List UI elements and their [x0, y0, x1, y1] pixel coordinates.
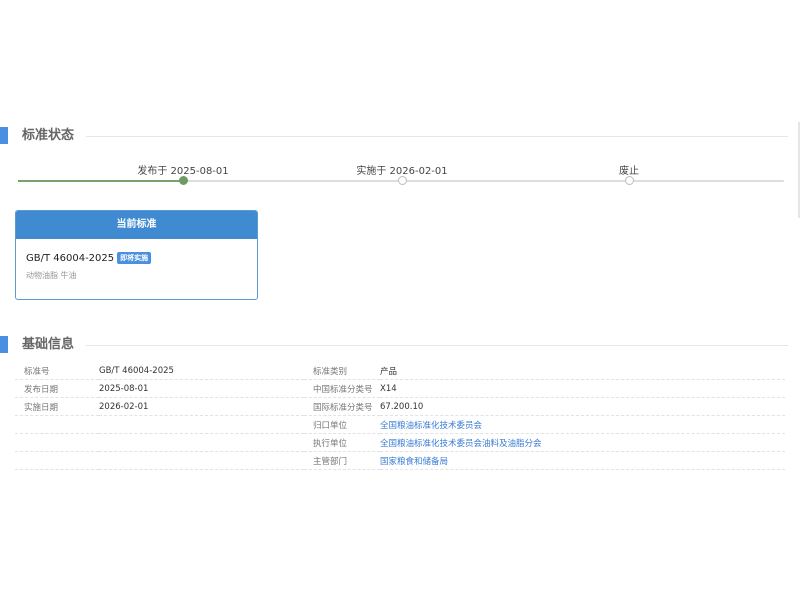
field-value — [99, 415, 304, 434]
table-row: 执行单位 全国粮油标准化技术委员会油料及油脂分会 — [15, 433, 785, 452]
table-row: 实施日期 2026-02-01 国际标准分类号 67.200.10 — [15, 397, 785, 416]
field-value — [99, 433, 304, 452]
status-section-title: 标准状态 — [22, 128, 75, 143]
section-accent-bar — [0, 127, 8, 144]
timeline-step-abolished-label: 废止 — [619, 166, 639, 177]
timeline-step-published-dot — [179, 176, 188, 185]
section-divider — [86, 345, 788, 346]
field-value — [99, 451, 304, 470]
field-value: X14 — [380, 379, 785, 398]
field-label: 发布日期 — [15, 379, 99, 398]
field-label — [15, 451, 99, 470]
table-row: 归口单位 全国粮油标准化技术委员会 — [15, 415, 785, 434]
field-label: 实施日期 — [15, 397, 99, 416]
field-label: 执行单位 — [304, 433, 380, 452]
field-value-link[interactable]: 全国粮油标准化技术委员会油料及油脂分会 — [380, 433, 785, 452]
card-header: 当前标准 — [16, 211, 257, 239]
card-code-line: GB/T 46004-2025 即将实施 — [26, 252, 247, 264]
field-value-link[interactable]: 国家粮食和储备局 — [380, 451, 785, 470]
section-divider — [86, 136, 788, 137]
standard-name: 动物油脂 牛油 — [26, 271, 77, 280]
field-label: 归口单位 — [304, 415, 380, 434]
timeline-step-implement-dot — [398, 176, 407, 185]
field-value: 产品 — [380, 362, 785, 380]
table-row: 主管部门 国家粮食和储备局 — [15, 451, 785, 470]
section-accent-bar — [0, 336, 8, 353]
basic-section-header: 基础信息 — [0, 335, 788, 355]
field-value: 67.200.10 — [380, 397, 785, 416]
field-value: GB/T 46004-2025 — [99, 362, 304, 380]
basic-info-table: 标准号 GB/T 46004-2025 标准类别 产品 发布日期 2025-08… — [15, 362, 785, 470]
field-label — [15, 433, 99, 452]
current-standard-card[interactable]: 当前标准 GB/T 46004-2025 即将实施 动物油脂 牛油 — [15, 210, 258, 300]
timeline-step-implement-label: 实施于 2026-02-01 — [356, 166, 448, 177]
field-value-link[interactable]: 全国粮油标准化技术委员会 — [380, 415, 785, 434]
status-timeline: 发布于 2025-08-01 实施于 2026-02-01 废止 — [18, 160, 784, 200]
field-label: 标准类别 — [304, 362, 380, 380]
field-value: 2026-02-01 — [99, 397, 304, 416]
field-label: 主管部门 — [304, 451, 380, 470]
timeline-progress — [18, 180, 184, 182]
table-row: 发布日期 2025-08-01 中国标准分类号 X14 — [15, 379, 785, 398]
field-label: 中国标准分类号 — [304, 379, 380, 398]
field-label — [15, 415, 99, 434]
field-label: 国际标准分类号 — [304, 397, 380, 416]
card-body: GB/T 46004-2025 即将实施 动物油脂 牛油 — [16, 239, 257, 281]
timeline-step-published-label: 发布于 2025-08-01 — [137, 166, 229, 177]
table-row: 标准号 GB/T 46004-2025 标准类别 产品 — [15, 362, 785, 380]
standard-code: GB/T 46004-2025 — [26, 253, 115, 264]
field-value: 2025-08-01 — [99, 379, 304, 398]
timeline-step-abolished-dot — [625, 176, 634, 185]
status-section-header: 标准状态 — [0, 126, 788, 146]
basic-section-title: 基础信息 — [22, 337, 75, 352]
status-badge: 即将实施 — [117, 252, 152, 264]
field-label: 标准号 — [15, 362, 99, 380]
